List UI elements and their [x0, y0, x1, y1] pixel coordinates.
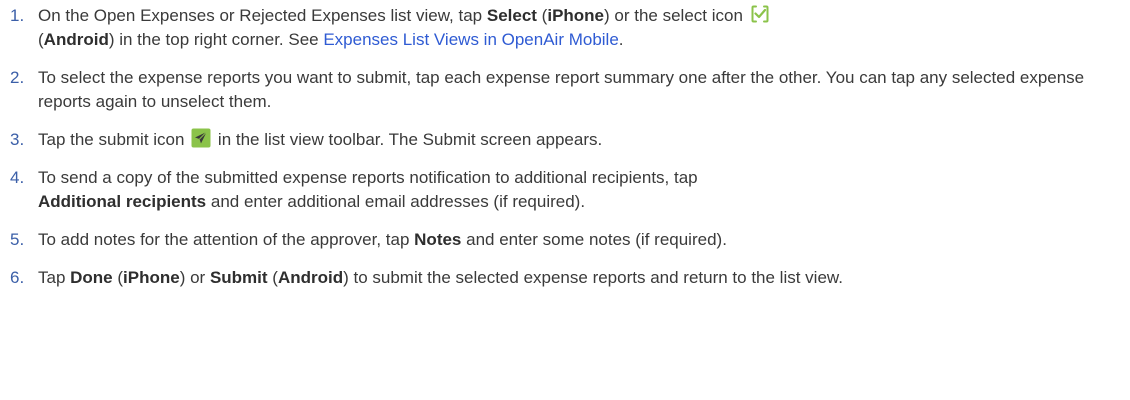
step-number: 5. [10, 230, 25, 249]
step-text: To send a copy of the submitted expense … [38, 168, 698, 187]
step-text: in the list view toolbar. The Submit scr… [213, 130, 603, 149]
step-number: 2. [10, 68, 25, 87]
step-number: 6. [10, 268, 25, 287]
step-text: ( [112, 268, 124, 287]
step-3: 3. Tap the submit icon in the list view … [10, 128, 1118, 152]
step-text: . [618, 30, 624, 49]
step-text: To add notes for the attention of the ap… [38, 230, 415, 249]
step-number: 3. [10, 130, 25, 149]
bold-term: Select [486, 6, 537, 25]
instruction-steps: 1. On the Open Expenses or Rejected Expe… [0, 4, 1130, 290]
bold-term: Android [43, 30, 109, 49]
step-text: To select the expense reports you want t… [38, 68, 1085, 111]
step-text: On the Open Expenses or Rejected Expense… [38, 6, 487, 25]
step-text: and enter some notes (if required). [461, 230, 727, 249]
bold-term: Additional recipients [38, 192, 207, 211]
bold-term: Notes [414, 230, 462, 249]
bold-term: Submit [209, 268, 268, 287]
step-text: Tap [38, 268, 71, 287]
bold-term: iPhone [547, 6, 605, 25]
bold-term: Android [277, 268, 344, 287]
bold-term: Done [70, 268, 113, 287]
step-text: and enter additional email addresses (if… [206, 192, 586, 211]
step-text: ( [536, 6, 548, 25]
select-checkbox-icon [750, 4, 770, 24]
step-text: ) in the top right corner. See [108, 30, 324, 49]
bold-term: iPhone [123, 268, 180, 287]
step-1: 1. On the Open Expenses or Rejected Expe… [10, 4, 1118, 52]
expenses-list-views-link[interactable]: Expenses List Views in OpenAir Mobile [323, 30, 618, 49]
step-5: 5. To add notes for the attention of the… [10, 228, 1118, 252]
step-text: Tap the submit icon [38, 130, 190, 149]
submit-paper-plane-icon [191, 128, 211, 148]
step-text: ) or [179, 268, 210, 287]
step-2: 2. To select the expense reports you wan… [10, 66, 1118, 114]
step-4: 4. To send a copy of the submitted expen… [10, 166, 1118, 214]
step-text: ( [267, 268, 278, 287]
step-text: ) to submit the selected expense reports… [343, 268, 843, 287]
step-6: 6. Tap Done (iPhone) or Submit (Android)… [10, 266, 1118, 290]
step-text: ) or the select icon [604, 6, 748, 25]
step-number: 4. [10, 168, 25, 187]
step-number: 1. [10, 6, 25, 25]
